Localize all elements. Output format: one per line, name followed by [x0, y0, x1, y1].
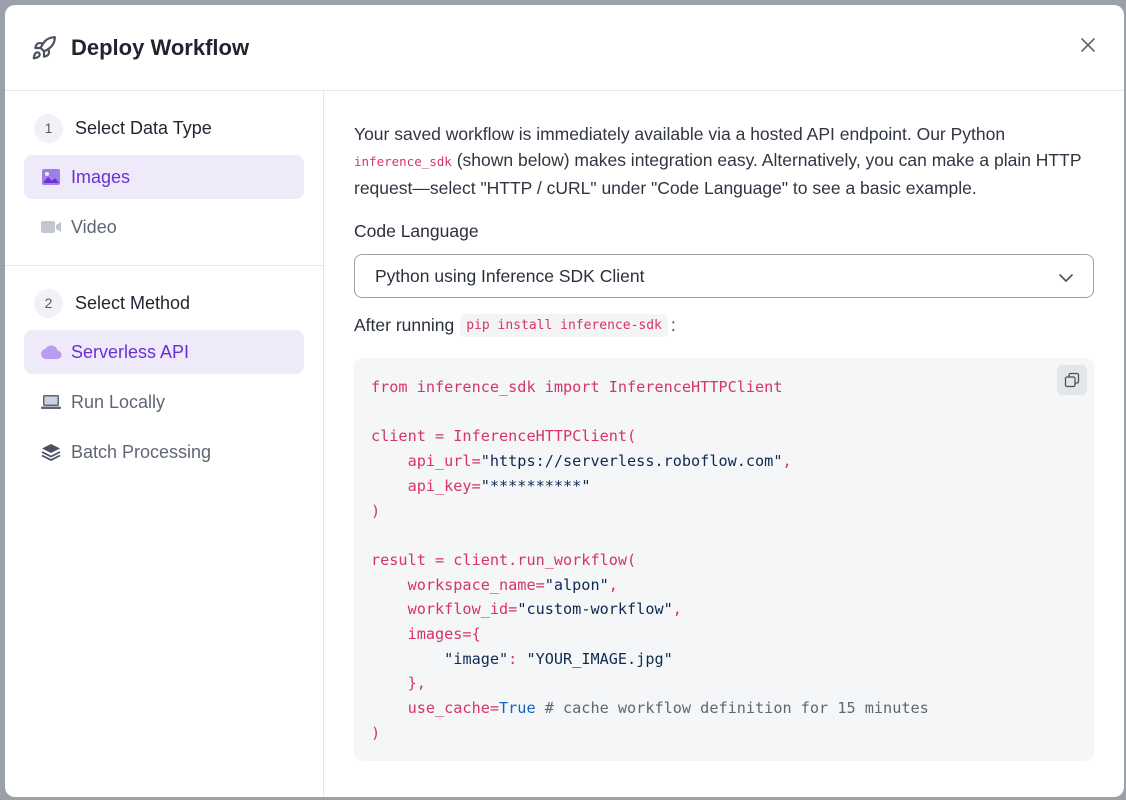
- code-block: from inference_sdk import InferenceHTTPC…: [354, 358, 1094, 761]
- after-running-line: After running pip install inference-sdk …: [354, 314, 676, 337]
- step-title: Select Data Type: [75, 117, 212, 138]
- copy-icon[interactable]: [1057, 365, 1087, 395]
- chevron-down-icon: [1059, 266, 1073, 287]
- sidebar-item-video[interactable]: Video: [24, 205, 304, 249]
- sidebar-item-serverless-api[interactable]: Serverless API: [24, 330, 304, 374]
- code-language-label: Code Language: [354, 221, 479, 241]
- sidebar-item-label: Batch Processing: [71, 441, 212, 462]
- sidebar-item-label: Images: [71, 166, 131, 187]
- code-content: from inference_sdk import InferenceHTTPC…: [371, 378, 929, 742]
- pip-install-command: pip install inference-sdk: [460, 314, 668, 337]
- inline-code-sdk: inference_sdk: [354, 154, 452, 169]
- sidebar: 1 Select Data Type Images Video 2 Select…: [5, 91, 324, 797]
- deploy-workflow-modal: Deploy Workflow 1 Select Data Type Image…: [5, 5, 1124, 797]
- sidebar-item-label: Video: [71, 216, 117, 237]
- layers-icon: [40, 441, 62, 463]
- sidebar-item-batch-processing[interactable]: Batch Processing: [24, 430, 304, 474]
- code-language-select[interactable]: Python using Inference SDK Client: [354, 254, 1094, 298]
- close-icon[interactable]: [1078, 35, 1098, 55]
- image-icon: [40, 166, 62, 188]
- sidebar-item-label: Serverless API: [71, 341, 190, 362]
- step-number: 1: [34, 113, 63, 143]
- sidebar-item-label: Run Locally: [71, 391, 166, 412]
- modal-header: Deploy Workflow: [5, 5, 1124, 91]
- video-camera-icon: [40, 216, 62, 238]
- main-panel: Your saved workflow is immediately avail…: [324, 91, 1124, 797]
- code-language-value: Python using Inference SDK Client: [375, 265, 645, 286]
- sidebar-item-images[interactable]: Images: [24, 155, 304, 199]
- step-title: Select Method: [75, 292, 191, 313]
- rocket-icon: [31, 35, 57, 61]
- sidebar-item-run-locally[interactable]: Run Locally: [24, 380, 304, 424]
- intro-text: Your saved workflow is immediately avail…: [354, 124, 1082, 198]
- laptop-icon: [40, 391, 62, 413]
- step-number: 2: [34, 288, 63, 318]
- modal-title: Deploy Workflow: [71, 34, 250, 60]
- step-method: 2 Select Method Serverless API Run Local…: [5, 265, 323, 474]
- step-data-type: 1 Select Data Type Images Video: [5, 91, 323, 249]
- cloud-icon: [40, 341, 62, 363]
